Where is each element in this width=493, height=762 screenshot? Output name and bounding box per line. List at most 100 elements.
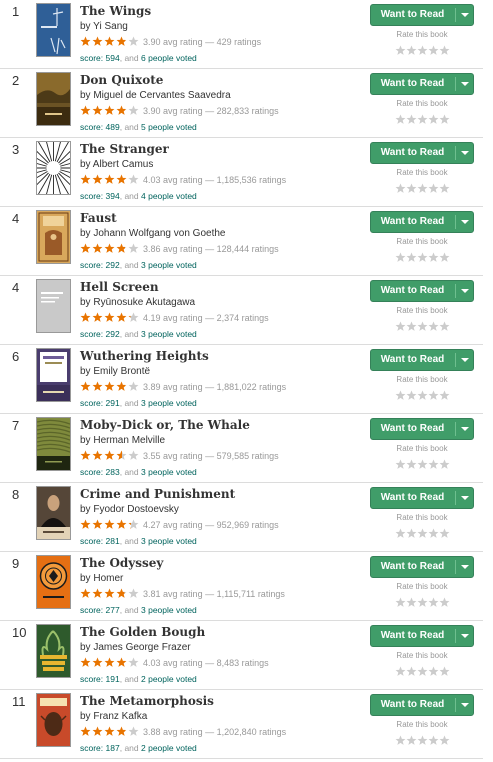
shelf-dropdown-button[interactable]: [456, 212, 473, 232]
rate-star-5[interactable]: [439, 733, 450, 751]
score-link[interactable]: score: 281: [80, 536, 120, 546]
rate-star-2[interactable]: [406, 319, 417, 337]
score-link[interactable]: score: 292: [80, 329, 120, 339]
score-link[interactable]: score: 292: [80, 260, 120, 270]
rate-star-2[interactable]: [406, 664, 417, 682]
want-to-read-button[interactable]: Want to Read: [371, 5, 454, 25]
book-title-link[interactable]: Don Quixote: [80, 73, 163, 87]
shelf-dropdown-button[interactable]: [456, 419, 473, 439]
rate-star-3[interactable]: [417, 319, 428, 337]
rate-star-1[interactable]: [395, 457, 406, 475]
rate-star-3[interactable]: [417, 664, 428, 682]
voters-link[interactable]: 3 people voted: [141, 605, 197, 615]
voters-link[interactable]: 3 people voted: [141, 467, 197, 477]
rate-star-5[interactable]: [439, 43, 450, 61]
book-title-link[interactable]: The Odyssey: [80, 556, 163, 570]
rate-star-2[interactable]: [406, 733, 417, 751]
voters-link[interactable]: 3 people voted: [141, 536, 197, 546]
rate-star-4[interactable]: [428, 112, 439, 130]
shelf-dropdown-button[interactable]: [456, 557, 473, 577]
want-to-read-button[interactable]: Want to Read: [371, 74, 454, 94]
voters-link[interactable]: 2 people voted: [141, 743, 197, 753]
rate-star-2[interactable]: [406, 595, 417, 613]
voters-link[interactable]: 2 people voted: [141, 674, 197, 684]
score-link[interactable]: score: 489: [80, 122, 120, 132]
score-link[interactable]: score: 191: [80, 674, 120, 684]
rate-star-3[interactable]: [417, 43, 428, 61]
rate-star-4[interactable]: [428, 388, 439, 406]
want-to-read-button[interactable]: Want to Read: [371, 695, 454, 715]
rate-star-3[interactable]: [417, 733, 428, 751]
book-title-link[interactable]: The Stranger: [80, 142, 169, 156]
want-to-read-button[interactable]: Want to Read: [371, 557, 454, 577]
rate-star-2[interactable]: [406, 181, 417, 199]
author-link[interactable]: Herman Melville: [93, 435, 165, 446]
shelf-dropdown-button[interactable]: [456, 626, 473, 646]
voters-link[interactable]: 3 people voted: [141, 260, 197, 270]
book-cover-image[interactable]: [36, 693, 71, 747]
book-cover-image[interactable]: [36, 210, 71, 264]
book-title-link[interactable]: Wuthering Heights: [80, 349, 209, 363]
rate-star-3[interactable]: [417, 181, 428, 199]
author-link[interactable]: Franz Kafka: [93, 711, 147, 722]
rate-star-2[interactable]: [406, 112, 417, 130]
book-title-link[interactable]: Crime and Punishment: [80, 487, 235, 501]
book-cover-image[interactable]: [36, 3, 71, 57]
rate-star-1[interactable]: [395, 664, 406, 682]
rate-star-5[interactable]: [439, 250, 450, 268]
voters-link[interactable]: 4 people voted: [141, 191, 197, 201]
shelf-dropdown-button[interactable]: [456, 281, 473, 301]
rate-star-4[interactable]: [428, 733, 439, 751]
rate-star-1[interactable]: [395, 181, 406, 199]
rate-star-1[interactable]: [395, 733, 406, 751]
author-link[interactable]: Johann Wolfgang von Goethe: [93, 228, 225, 239]
book-cover-image[interactable]: [36, 555, 71, 609]
want-to-read-button[interactable]: Want to Read: [371, 143, 454, 163]
book-title-link[interactable]: Faust: [80, 211, 117, 225]
want-to-read-button[interactable]: Want to Read: [371, 488, 454, 508]
author-link[interactable]: Miguel de Cervantes Saavedra: [93, 90, 230, 101]
author-link[interactable]: Yi Sang: [93, 21, 128, 32]
score-link[interactable]: score: 394: [80, 191, 120, 201]
author-link[interactable]: Ryūnosuke Akutagawa: [93, 297, 195, 308]
rate-star-4[interactable]: [428, 319, 439, 337]
score-link[interactable]: score: 283: [80, 467, 120, 477]
rate-star-3[interactable]: [417, 457, 428, 475]
rate-star-4[interactable]: [428, 457, 439, 475]
rate-star-5[interactable]: [439, 595, 450, 613]
rate-star-4[interactable]: [428, 526, 439, 544]
voters-link[interactable]: 3 people voted: [141, 329, 197, 339]
book-title-link[interactable]: The Golden Bough: [80, 625, 205, 639]
author-link[interactable]: Fyodor Dostoevsky: [93, 504, 179, 515]
want-to-read-button[interactable]: Want to Read: [371, 626, 454, 646]
book-cover-image[interactable]: [36, 279, 71, 333]
voters-link[interactable]: 6 people voted: [141, 53, 197, 63]
rate-star-3[interactable]: [417, 250, 428, 268]
rate-star-5[interactable]: [439, 457, 450, 475]
want-to-read-button[interactable]: Want to Read: [371, 419, 454, 439]
author-link[interactable]: Emily Brontë: [93, 366, 150, 377]
rate-star-5[interactable]: [439, 112, 450, 130]
book-cover-image[interactable]: [36, 624, 71, 678]
rate-star-5[interactable]: [439, 388, 450, 406]
shelf-dropdown-button[interactable]: [456, 695, 473, 715]
book-cover-image[interactable]: [36, 417, 71, 471]
rate-star-2[interactable]: [406, 526, 417, 544]
book-cover-image[interactable]: [36, 72, 71, 126]
rate-star-1[interactable]: [395, 595, 406, 613]
rate-star-4[interactable]: [428, 664, 439, 682]
shelf-dropdown-button[interactable]: [456, 143, 473, 163]
rate-star-4[interactable]: [428, 250, 439, 268]
rate-star-1[interactable]: [395, 319, 406, 337]
rate-star-2[interactable]: [406, 250, 417, 268]
book-cover-image[interactable]: [36, 348, 71, 402]
rate-star-2[interactable]: [406, 457, 417, 475]
book-title-link[interactable]: Hell Screen: [80, 280, 159, 294]
rate-star-3[interactable]: [417, 526, 428, 544]
book-cover-image[interactable]: [36, 141, 71, 195]
rate-star-1[interactable]: [395, 388, 406, 406]
rate-star-5[interactable]: [439, 664, 450, 682]
rate-star-4[interactable]: [428, 181, 439, 199]
rate-star-2[interactable]: [406, 43, 417, 61]
want-to-read-button[interactable]: Want to Read: [371, 350, 454, 370]
